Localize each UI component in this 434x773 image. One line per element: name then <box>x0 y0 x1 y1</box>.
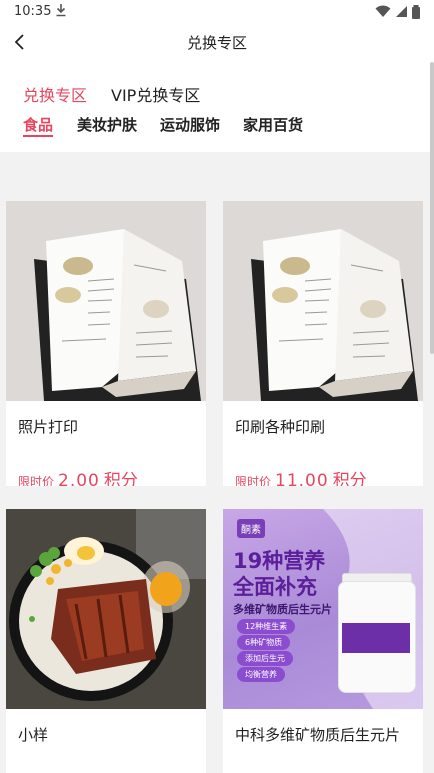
tab-vip-exchange-zone[interactable]: VIP兑换专区 <box>111 82 200 106</box>
product-card[interactable]: 酮素 19种营养 全面补充 多维矿物质后生元片 12种维生素 6种矿物质 添加后… <box>223 509 423 773</box>
scrollbar[interactable] <box>430 62 434 354</box>
price-row: 限时价 11.00 积分 <box>235 466 367 486</box>
brand-logo: 酮素 <box>237 519 265 538</box>
download-icon <box>55 3 67 21</box>
price-unit: 积分 <box>103 471 138 486</box>
image-pill: 均衡营养 <box>237 667 285 682</box>
status-time: 10:35 <box>14 4 52 19</box>
product-card[interactable]: 印刷各种印刷 限时价 11.00 积分 <box>223 201 423 486</box>
status-icons <box>375 4 420 19</box>
product-name: 小样 <box>18 726 49 744</box>
tab-beauty-skincare[interactable]: 美妆护肤 <box>77 114 137 135</box>
signal-icon <box>395 6 407 17</box>
tab-food[interactable]: 食品 <box>23 114 53 135</box>
app-header: 兑换专区 <box>0 24 434 62</box>
price-label: 限时价 <box>18 475 55 486</box>
tab-sportswear[interactable]: 运动服饰 <box>160 114 220 135</box>
product-card[interactable]: 小样 <box>6 509 206 773</box>
price-unit: 积分 <box>332 471 367 486</box>
image-headline: 全面补充 <box>233 575 317 599</box>
price-label: 限时价 <box>235 475 272 486</box>
price-row: 限时价 2.00 积分 <box>18 466 138 486</box>
wifi-icon <box>375 5 391 17</box>
image-pill: 12种维生素 <box>237 619 296 634</box>
tab-exchange-zone[interactable]: 兑换专区 <box>23 82 87 106</box>
product-card[interactable]: 照片打印 限时价 2.00 积分 <box>6 201 206 486</box>
image-pill: 6种矿物质 <box>237 635 291 650</box>
price-value: 2.00 <box>58 471 100 486</box>
price-value: 11.00 <box>275 471 329 486</box>
product-name: 照片打印 <box>18 418 79 436</box>
image-subtitle: 多维矿物质后生元片 <box>233 603 332 616</box>
product-image <box>6 201 206 401</box>
product-image <box>6 509 206 709</box>
tab-household-goods[interactable]: 家用百货 <box>243 114 303 135</box>
product-image <box>223 201 423 401</box>
page-title: 兑换专区 <box>186 34 247 52</box>
battery-icon <box>412 4 420 19</box>
product-name: 印刷各种印刷 <box>235 418 326 436</box>
bottle-label <box>342 623 410 653</box>
tabs-area: 兑换专区 VIP兑换专区 食品 美妆护肤 运动服饰 家用百货 <box>0 62 434 152</box>
active-tab-underline <box>23 135 53 137</box>
image-pill: 添加后生元 <box>237 651 293 666</box>
product-name: 中科多维矿物质后生元片 <box>235 726 401 744</box>
product-image: 酮素 19种营养 全面补充 多维矿物质后生元片 12种维生素 6种矿物质 添加后… <box>223 509 423 709</box>
status-bar: 10:35 <box>0 0 434 24</box>
